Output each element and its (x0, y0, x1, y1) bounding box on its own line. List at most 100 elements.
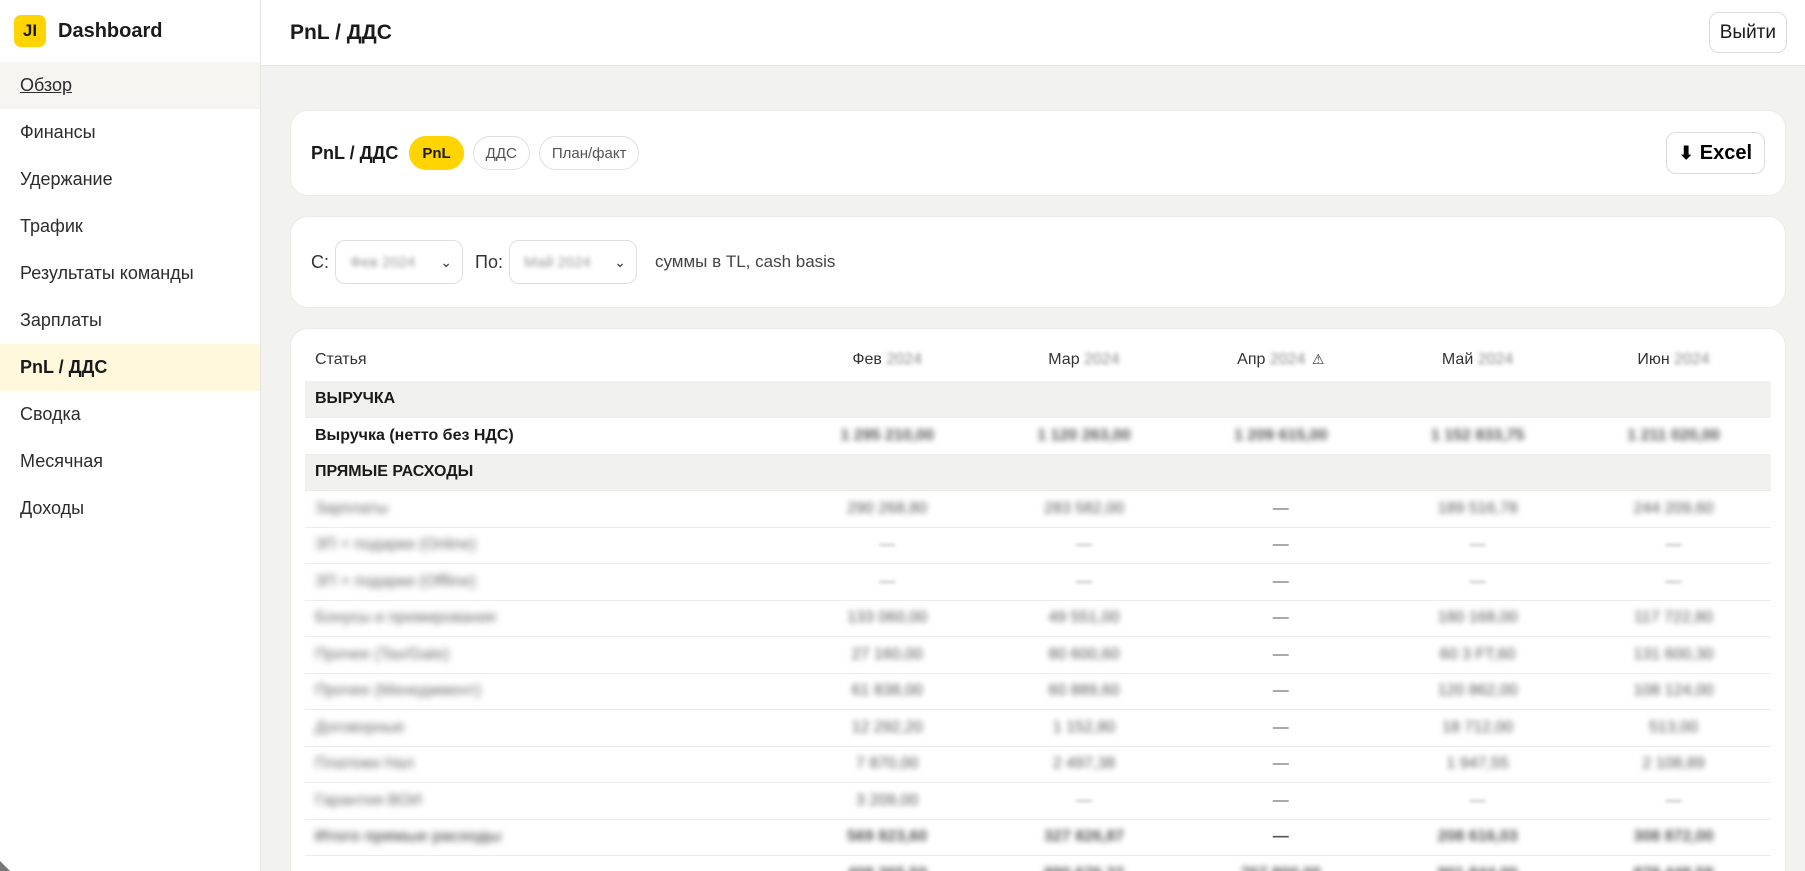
page-title: PnL / ДДС (290, 20, 392, 44)
topbar: PnL / ДДС Выйти (261, 0, 1805, 66)
column-header-item: Статья (315, 351, 367, 368)
table-cell: 120 862,00 (1379, 673, 1577, 710)
table-cell: 901 844,00 (1379, 855, 1577, 871)
table-cell (1379, 454, 1577, 491)
table-cell: 569 823,60 (788, 819, 986, 856)
table-cell: 180 168,00 (1379, 600, 1577, 637)
sidebar-item-overview[interactable]: Обзор (0, 62, 260, 109)
tab-dds[interactable]: ДДС (472, 136, 530, 170)
table-cell: — (985, 563, 1183, 601)
sidebar-item-retention[interactable]: Удержание (0, 156, 260, 203)
table-cell (788, 381, 986, 418)
column-header-apr: Апр 2024 ⚠ (1237, 351, 1325, 368)
tab-plan-fact[interactable]: План/факт (538, 136, 640, 170)
table-cell: — (1182, 673, 1380, 710)
table-cell: 308 872,00 (1576, 819, 1771, 856)
sidebar-item-summary[interactable]: Сводка (0, 391, 260, 438)
table-row: Прочее (Менеджмент) 61 838,00 60 889,60—12… (305, 673, 1771, 710)
chevron-down-icon: ⌄ (440, 253, 452, 270)
table-row: ЗП + подарки (Offline) — — — — — (305, 563, 1771, 601)
column-header-feb: Фев 2024 (852, 351, 922, 368)
table-cell: 133 060,00 (788, 600, 986, 637)
sidebar-nav: Обзор Финансы Удержание Трафик Результат… (0, 62, 260, 532)
table-cell: — (985, 527, 1183, 564)
column-header-may: Май 2024 (1441, 351, 1514, 368)
table-section-row: ВЫРУЧКА (305, 381, 1771, 418)
table-cell: — (1182, 746, 1380, 783)
brand: JI Dashboard (0, 0, 260, 62)
table-cell: 1 211 020,00 (1576, 417, 1771, 455)
to-label: По: (475, 251, 503, 272)
from-month-select[interactable]: Фев 2024 ⌄ (335, 240, 463, 284)
table-cell: 1 295 210,00 (788, 417, 986, 455)
tab-pnl[interactable]: PnL (409, 136, 464, 170)
table-cell (1182, 381, 1380, 418)
table-body: ВЫРУЧКА Выручка (нетто без НДС) 1 295 210,… (305, 381, 1771, 871)
table-cell: 12 292,20 (788, 709, 986, 747)
main-area: PnL / ДДС Выйти PnL / ДДС PnL ДДС План/ф… (261, 0, 1805, 871)
logout-button[interactable]: Выйти (1708, 12, 1787, 53)
sidebar-item-monthly[interactable]: Месячная (0, 438, 260, 485)
excel-label: Excel (1699, 141, 1752, 164)
table-cell (788, 454, 986, 491)
table-row: Гарантия ВОИ 3 209,00— — — — (305, 782, 1771, 820)
column-header-jun: Июн 2024 (1637, 351, 1710, 368)
column-header-mar: Мар 2024 (1048, 351, 1120, 368)
table-cell (985, 381, 1183, 418)
table-cell: 283 582,00 (985, 490, 1183, 528)
table-cell (1576, 381, 1771, 418)
table-row: Прочее (Tax/Gate) 27 160,00 80 600,60—60 3… (305, 636, 1771, 674)
row-label: ВЫРУЧКА (305, 381, 789, 418)
table-cell: 208 616,03 (1379, 819, 1577, 856)
table-cell: — (1182, 600, 1380, 637)
table-cell: 408 365,50 (788, 855, 986, 871)
table-cell: 2 497,38 (985, 746, 1183, 783)
row-label: Договорные (305, 709, 789, 747)
table-cell: 117 722,80 (1576, 600, 1771, 637)
table-cell (1379, 381, 1577, 418)
table-cell: — (1182, 709, 1380, 747)
table-row: ЗП + подарки (Online) — — — — — (305, 527, 1771, 564)
table-cell: — (1182, 819, 1380, 856)
table-cell: 327 826,87 (985, 819, 1183, 856)
table-row: Договорные 12 292,20 1 152,80—18 712,00 513… (305, 709, 1771, 747)
table-cell: — (1379, 563, 1577, 601)
sidebar-item-finance[interactable]: Финансы (0, 109, 260, 156)
brand-title[interactable]: Dashboard (58, 20, 162, 43)
table-cell: 131 600,30 (1576, 636, 1771, 674)
excel-export-button[interactable]: ⬇ Excel (1665, 132, 1765, 174)
to-month-select[interactable]: Май 2024 ⌄ (508, 240, 637, 284)
table-cell: 890 676,22 (985, 855, 1183, 871)
table-cell: — (1379, 782, 1577, 820)
sidebar-item-team-results[interactable]: Результаты команды (0, 250, 260, 297)
row-label: Платежи Нал (305, 746, 789, 783)
table-cell: 244 209,60 (1576, 490, 1771, 528)
row-label: Гарантия ВОИ (305, 782, 789, 820)
table-cell: 80 600,60 (985, 636, 1183, 674)
sidebar-item-pnl[interactable]: PnL / ДДС (0, 344, 260, 391)
table-cell: — (1182, 636, 1380, 674)
table-row: 408 365,50890 676,22767 800,00901 844,00… (305, 855, 1771, 871)
table-cell: 767 800,00 (1182, 855, 1380, 871)
sidebar-item-traffic[interactable]: Трафик (0, 203, 260, 250)
brand-logo[interactable]: JI (14, 15, 46, 47)
table-cell: 1 209 615,00 (1182, 417, 1380, 455)
chevron-down-icon: ⌄ (614, 253, 626, 270)
from-month-value: Фев 2024 (350, 253, 416, 271)
pnl-table: Статья Фев 2024 Мар 2024 Апр 2024 ⚠ Май … (305, 339, 1771, 871)
table-cell: — (985, 782, 1183, 820)
table-cell: 1 120 263,00 (985, 417, 1183, 455)
warning-icon: ⚠ (1311, 351, 1325, 367)
table-cell: 513,00 (1576, 709, 1771, 747)
table-row: Выручка (нетто без НДС) 1 295 210,00 1 120… (305, 417, 1771, 455)
row-label (305, 855, 789, 871)
sidebar-item-salaries[interactable]: Зарплаты (0, 297, 260, 344)
table-cell: 18 712,00 (1379, 709, 1577, 747)
sidebar-item-income[interactable]: Доходы (0, 485, 260, 532)
row-label: Зарплаты (305, 490, 789, 528)
to-month-value: Май 2024 (523, 253, 591, 271)
row-label: Бонусы и премирование (305, 600, 789, 637)
content: PnL / ДДС PnL ДДС План/факт ⬇ Excel С: Ф… (261, 66, 1805, 871)
table-cell: — (1182, 563, 1380, 601)
report-header-card: PnL / ДДС PnL ДДС План/факт ⬇ Excel (290, 110, 1786, 196)
